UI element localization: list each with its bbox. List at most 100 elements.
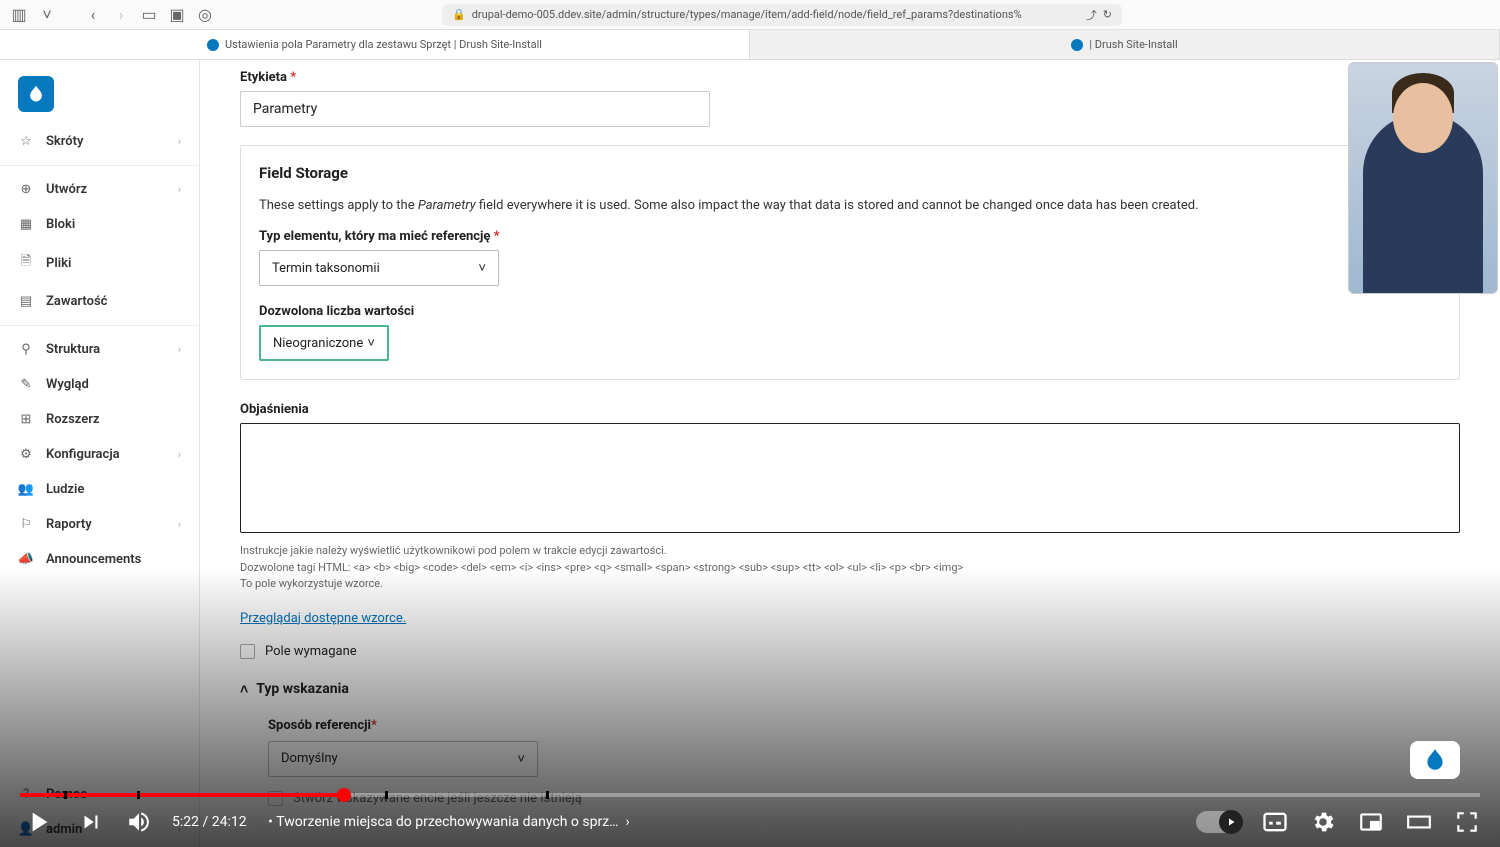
fullscreen-button[interactable] (1452, 807, 1482, 837)
play-button[interactable] (18, 807, 58, 837)
required-field-row: Pole wymagane (240, 644, 1460, 659)
chevron-down-icon: ˅ (478, 260, 486, 276)
sidebar-item-raporty[interactable]: ⚐ Raporty › (0, 507, 199, 542)
admin-sidebar: ☆ Skróty › ⊕ Utwórz › ▦ Bloki 🗎 Pliki ▤ Zawartość ⚲ S… (0, 60, 200, 847)
sidebar-item-rozszerz[interactable]: ⊞ Rozszerz (0, 402, 199, 437)
sidebar-item-struktura[interactable]: ⚲ Struktura › (0, 332, 199, 367)
explanation-textarea[interactable] (240, 423, 1460, 533)
sidebar-item-label: Announcements (46, 552, 181, 567)
sidebar-item-label: Ludzie (46, 482, 181, 497)
sidebar-item-label: Struktura (46, 342, 166, 357)
browse-patterns-link[interactable]: Przeglądaj dostępne wzorce. (240, 611, 406, 626)
brush-icon: ✎ (18, 377, 34, 392)
reference-type-select[interactable]: Termin taksonomii ˅ (259, 250, 499, 286)
lock-icon: 🔒 (452, 8, 466, 21)
url-bar[interactable]: 🔒 drupal-demo-005.ddev.site/admin/struct… (442, 4, 1122, 26)
label-allowed-values: Dozwolona liczba wartości (259, 304, 1441, 319)
required-label: Pole wymagane (265, 644, 357, 659)
sidebar-item-label: Bloki (46, 217, 181, 232)
sidebar-item-label: Zawartość (46, 294, 181, 309)
sidebar-item-announcements[interactable]: 📣Announcements (0, 542, 199, 577)
tab-label: Ustawienia pola Parametry dla zestawu Sp… (225, 38, 542, 51)
file-icon: 🗎 (18, 252, 34, 274)
chevron-right-icon: › (178, 518, 181, 531)
chevron-down-icon: ˅ (367, 335, 375, 351)
sidebar-item-konfiguracja[interactable]: ⚙ Konfiguracja › (0, 437, 199, 472)
chapter-tick (546, 791, 549, 799)
required-checkbox[interactable] (240, 644, 255, 659)
sidebar-item-ludzie[interactable]: 👥 Ludzie (0, 472, 199, 507)
storage-description: These settings apply to the Parametry fi… (259, 198, 1441, 213)
tab-label: | Drush Site-Install (1089, 38, 1177, 51)
sidebar-item-label: Rozszerz (46, 412, 181, 427)
sidebar-item-label: Raporty (46, 517, 166, 532)
users-icon: 👥 (18, 482, 34, 497)
next-button[interactable] (76, 807, 106, 837)
grid-icon: ▦ (18, 217, 34, 232)
settings-button[interactable] (1308, 807, 1338, 837)
reload-icon[interactable]: ↻ (1103, 8, 1112, 21)
sidebar-item-label: Utwórz (46, 182, 166, 197)
reader2-icon[interactable]: ▣ (168, 6, 186, 24)
reader-icon[interactable]: ▭ (140, 6, 158, 24)
sidebar-item-zawartość[interactable]: ▤ Zawartość (0, 284, 199, 319)
label-ref-type: Typ elementu, który ma mieć referencję * (259, 229, 1441, 244)
label-ref-method: Sposób referencji* (268, 718, 1460, 733)
reference-method-select[interactable]: Domyślny ˅ (268, 741, 538, 777)
sidebar-item-pliki[interactable]: 🗎 Pliki (0, 242, 199, 284)
presenter-webcam (1348, 62, 1498, 294)
forward-icon[interactable]: › (112, 6, 130, 24)
shield-icon[interactable]: ◎ (196, 6, 214, 24)
field-storage-section: Field Storage These settings apply to th… (240, 145, 1460, 380)
sidebar-item-bloki[interactable]: ▦ Bloki (0, 207, 199, 242)
drupal-logo-icon[interactable] (18, 76, 54, 112)
settings-icon: ⚙ (18, 447, 34, 462)
puzzle-icon: ⊞ (18, 412, 34, 427)
main-content: Etykieta * Parametry Field Storage These… (200, 60, 1500, 847)
video-progress-bar[interactable] (20, 793, 1480, 797)
back-icon[interactable]: ‹ (84, 6, 102, 24)
star-icon: ☆ (18, 134, 34, 149)
reference-section-toggle[interactable]: ˄ Typ wskazania (240, 681, 1460, 698)
chapter-tick (385, 791, 388, 799)
browser-chrome: ▥ ˅ ‹ › ▭ ▣ ◎ 🔒 drupal-demo-005.ddev.sit… (0, 0, 1500, 30)
chevron-right-icon: › (178, 183, 181, 196)
chevron-right-icon: › (178, 343, 181, 356)
label-objasnienia: Objaśnienia (240, 402, 1460, 417)
favicon-icon (1071, 39, 1083, 51)
sidebar-item-label: Skróty (46, 134, 166, 149)
sidebar-item-label: Konfiguracja (46, 447, 166, 462)
help-text: Instrukcje jakie należy wyświetlić użytk… (240, 543, 1460, 593)
flag-icon: ⚐ (18, 517, 34, 532)
sidebar-item-utwórz[interactable]: ⊕ Utwórz › (0, 172, 199, 207)
chevron-up-icon: ˄ (240, 681, 248, 698)
chevron-down-icon: ˅ (517, 751, 525, 767)
theater-button[interactable] (1404, 807, 1434, 837)
chevron-right-icon: › (178, 823, 181, 836)
url-text: drupal-demo-005.ddev.site/admin/structur… (472, 8, 1022, 21)
sidebar-item-skróty[interactable]: ☆ Skróty › (0, 124, 199, 159)
chevron-right-icon: › (178, 448, 181, 461)
share-icon[interactable]: ⤴ (1086, 7, 1097, 23)
sliders-icon: ⚲ (18, 342, 34, 357)
section-title: Field Storage (259, 164, 1441, 182)
label-etykieta: Etykieta * (240, 70, 1460, 85)
miniplayer-button[interactable] (1356, 807, 1386, 837)
plus-circle-icon: ⊕ (18, 182, 34, 197)
browser-tab[interactable]: | Drush Site-Install (750, 30, 1500, 59)
chevron-down-icon[interactable]: ˅ (38, 6, 56, 24)
list-icon: ▤ (18, 294, 34, 309)
chevron-right-icon: › (178, 135, 181, 148)
sidebar-item-label: Pliki (46, 256, 181, 271)
volume-button[interactable] (124, 807, 154, 837)
subtitles-button[interactable] (1260, 807, 1290, 837)
autoplay-toggle[interactable] (1196, 811, 1242, 833)
browser-tab[interactable]: Ustawienia pola Parametry dla zestawu Sp… (0, 30, 750, 59)
etykieta-input[interactable]: Parametry (240, 91, 710, 127)
allowed-values-select[interactable]: Nieograniczone ˅ (259, 325, 389, 361)
sidebar-item-wygląd[interactable]: ✎ Wygląd (0, 367, 199, 402)
sidebar-item-label: Wygląd (46, 377, 181, 392)
favicon-icon (207, 39, 219, 51)
sidebar-toggle-icon[interactable]: ▥ (10, 6, 28, 24)
chapter-tick (137, 791, 140, 799)
